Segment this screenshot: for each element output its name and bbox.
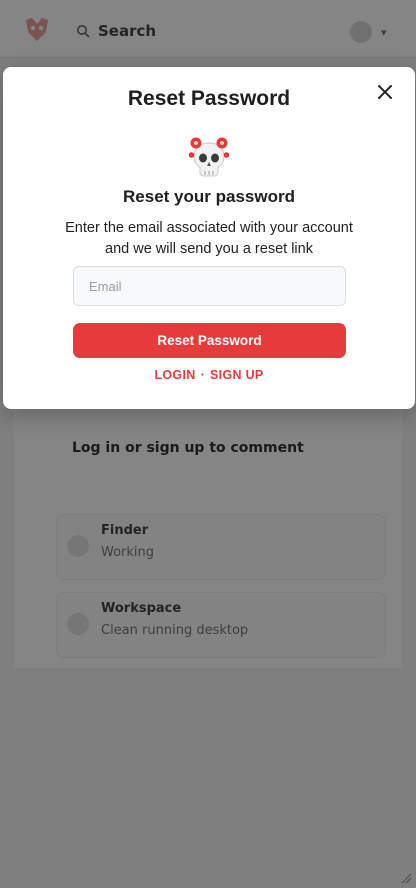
login-link[interactable]: LOGIN <box>154 368 195 382</box>
dialog-description: Enter the email associated with your acc… <box>65 220 353 257</box>
signup-link[interactable]: SIGN UP <box>210 368 264 382</box>
auth-links: LOGIN · SIGN UP <box>3 368 415 382</box>
link-separator: · <box>200 368 206 382</box>
resize-grip-icon[interactable] <box>400 872 412 884</box>
reset-password-button[interactable]: Reset Password <box>73 323 346 358</box>
skull-with-red-flowers-icon <box>189 137 229 177</box>
reset-password-dialog: Reset Password Reset your password Enter… <box>3 67 415 409</box>
dialog-heading: Reset your password <box>123 187 295 206</box>
close-icon[interactable] <box>375 82 395 102</box>
dialog-title: Reset Password <box>127 87 291 110</box>
email-field[interactable] <box>73 266 346 306</box>
